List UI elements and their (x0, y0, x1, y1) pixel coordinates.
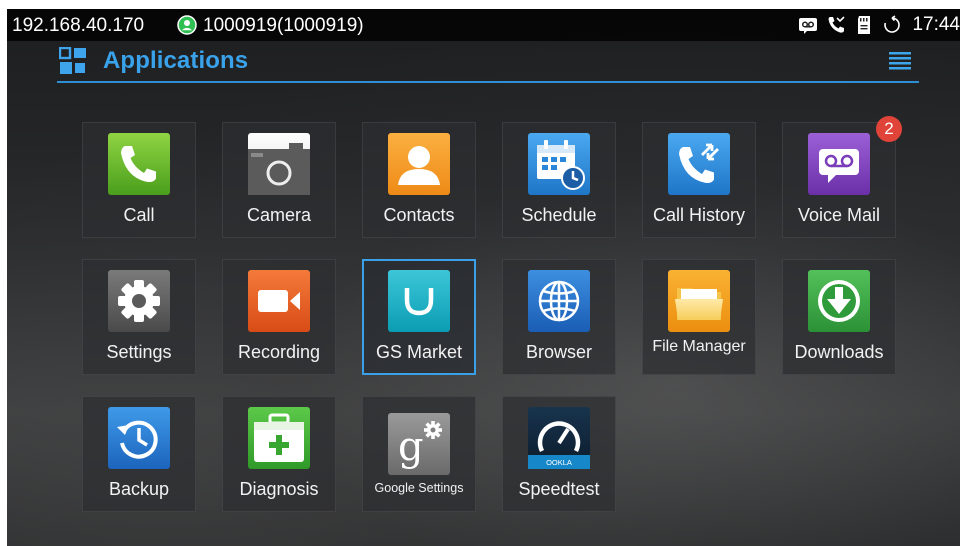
app-label: Call History (652, 205, 745, 225)
status-icons: 17:44 (798, 14, 960, 36)
app-label: Diagnosis (239, 479, 319, 499)
speedtest-icon: OOKLA (528, 407, 590, 469)
app-tile-diagnosis[interactable]: Diagnosis (222, 396, 336, 512)
screen: 192.168.40.170 1000919(1000919) 17:44 Ap… (7, 9, 960, 546)
app-label: Voice Mail (797, 205, 881, 225)
app-tile-camera[interactable]: Camera (222, 122, 336, 238)
app-tile-file-manager[interactable]: File Manager (642, 259, 756, 375)
status-bar: 192.168.40.170 1000919(1000919) 17:44 (7, 9, 960, 41)
app-header: Applications (7, 41, 960, 85)
app-label: Downloads (794, 342, 884, 362)
file-manager-icon (668, 270, 730, 332)
app-tile-recording[interactable]: Recording (222, 259, 336, 375)
downloads-icon (808, 270, 870, 332)
app-tile-voice-mail[interactable]: Voice Mail (782, 122, 896, 238)
app-label: Google Settings (374, 481, 464, 495)
app-label: Speedtest (518, 479, 600, 499)
app-label: Settings (106, 342, 172, 362)
sd-card-icon (858, 16, 871, 34)
app-label: Browser (525, 342, 592, 362)
app-tile-browser[interactable]: Browser (502, 259, 616, 375)
app-tile-backup[interactable]: Backup (82, 396, 196, 512)
contacts-icon (388, 133, 450, 195)
settings-icon (108, 270, 170, 332)
app-label: Camera (246, 205, 312, 225)
app-label: Call (123, 205, 155, 225)
app-tile-call[interactable]: Call (82, 122, 196, 238)
ookla-text: OOKLA (546, 458, 572, 467)
menu-icon[interactable] (887, 50, 913, 72)
voice-mail-badge: 2 (876, 116, 902, 142)
app-tile-call-history[interactable]: Call History (642, 122, 756, 238)
browser-icon (528, 270, 590, 332)
diagnosis-icon (248, 407, 310, 469)
voicemail-icon (799, 18, 818, 34)
ip-address: 192.168.40.170 (12, 15, 145, 36)
clock: 17:44 (912, 14, 960, 35)
app-label: Contacts (383, 205, 455, 225)
account-label: 1000919(1000919) (203, 15, 364, 36)
app-label: GS Market (375, 342, 463, 362)
svg-text:g: g (398, 424, 424, 470)
backup-icon (108, 407, 170, 469)
sync-icon (884, 15, 901, 33)
call-icon (108, 133, 170, 195)
app-tile-gs-market[interactable]: GS Market (362, 259, 476, 375)
app-tile-settings[interactable]: Settings (82, 259, 196, 375)
app-label: File Manager (652, 338, 746, 355)
apps-grid-icon (59, 47, 86, 74)
recording-icon (248, 270, 310, 332)
gs-market-icon (388, 270, 450, 332)
app-tile-google-settings[interactable]: g Google Settings (362, 396, 476, 512)
app-tile-schedule[interactable]: Schedule (502, 122, 616, 238)
schedule-icon (528, 133, 590, 195)
google-settings-icon: g (388, 413, 450, 475)
app-label: Recording (237, 342, 321, 362)
header-divider (57, 81, 919, 83)
call-history-icon (668, 133, 730, 195)
app-label: Schedule (521, 205, 597, 225)
page-title: Applications (103, 47, 249, 74)
app-tile-contacts[interactable]: Contacts (362, 122, 476, 238)
missed-call-icon (828, 16, 846, 33)
voice-mail-icon (808, 133, 870, 195)
app-label: Backup (108, 479, 170, 499)
app-tile-speedtest[interactable]: OOKLA Speedtest (502, 396, 616, 512)
camera-icon (248, 133, 310, 195)
account-status-icon (177, 15, 197, 35)
app-tile-downloads[interactable]: Downloads (782, 259, 896, 375)
